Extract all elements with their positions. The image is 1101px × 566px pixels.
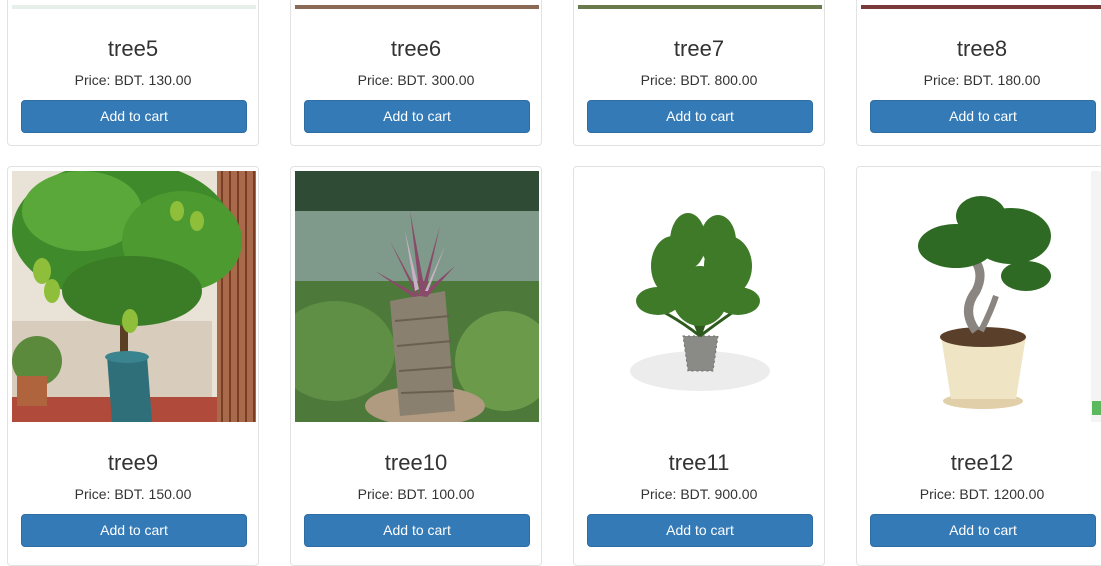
- add-to-cart-button[interactable]: Add to cart: [304, 100, 530, 133]
- product-card: tree5 Price: BDT. 130.00 Add to cart: [7, 0, 259, 146]
- product-title: tree7: [673, 36, 725, 61]
- product-price: Price: BDT. 1200.00: [919, 486, 1045, 502]
- product-card: tree8 Price: BDT. 180.00 Add to cart: [856, 0, 1101, 146]
- add-to-cart-button[interactable]: Add to cart: [870, 514, 1096, 547]
- product-card: tree9 Price: BDT. 150.00 Add to cart: [7, 166, 259, 566]
- add-to-cart-button[interactable]: Add to cart: [587, 514, 813, 547]
- product-image-edge: [12, 5, 256, 9]
- product-title: tree8: [956, 36, 1008, 61]
- product-price: Price: BDT. 180.00: [923, 72, 1041, 88]
- product-card: tree10 Price: BDT. 100.00 Add to cart: [290, 166, 542, 566]
- product-title: tree10: [384, 450, 448, 475]
- product-card: tree11 Price: BDT. 900.00 Add to cart: [573, 166, 825, 566]
- product-image-edge: [578, 5, 822, 9]
- product-title: tree5: [107, 36, 159, 61]
- product-image-edge: [295, 5, 539, 9]
- add-to-cart-button[interactable]: Add to cart: [304, 514, 530, 547]
- product-price: Price: BDT. 300.00: [357, 72, 475, 88]
- product-card: tree12 Price: BDT. 1200.00 Add to cart: [856, 166, 1101, 566]
- add-to-cart-button[interactable]: Add to cart: [870, 100, 1096, 133]
- product-price: Price: BDT. 900.00: [640, 486, 758, 502]
- product-image-mango-tree: [12, 171, 256, 422]
- product-image-bonsai: [861, 171, 1101, 422]
- product-price: Price: BDT. 100.00: [357, 486, 475, 502]
- add-to-cart-button[interactable]: Add to cart: [21, 514, 247, 547]
- product-title: tree9: [107, 450, 159, 475]
- product-title: tree6: [390, 36, 442, 61]
- product-price: Price: BDT. 150.00: [74, 486, 192, 502]
- product-price: Price: BDT. 800.00: [640, 72, 758, 88]
- add-to-cart-button[interactable]: Add to cart: [21, 100, 247, 133]
- product-image-purple-plant: [295, 171, 539, 422]
- product-card: tree6 Price: BDT. 300.00 Add to cart: [290, 0, 542, 146]
- product-price: Price: BDT. 130.00: [74, 72, 192, 88]
- product-title: tree12: [950, 450, 1014, 475]
- product-image-palm-plant: [578, 171, 822, 422]
- product-image-edge: [861, 5, 1101, 9]
- product-card: tree7 Price: BDT. 800.00 Add to cart: [573, 0, 825, 146]
- add-to-cart-button[interactable]: Add to cart: [587, 100, 813, 133]
- product-title: tree11: [668, 450, 730, 475]
